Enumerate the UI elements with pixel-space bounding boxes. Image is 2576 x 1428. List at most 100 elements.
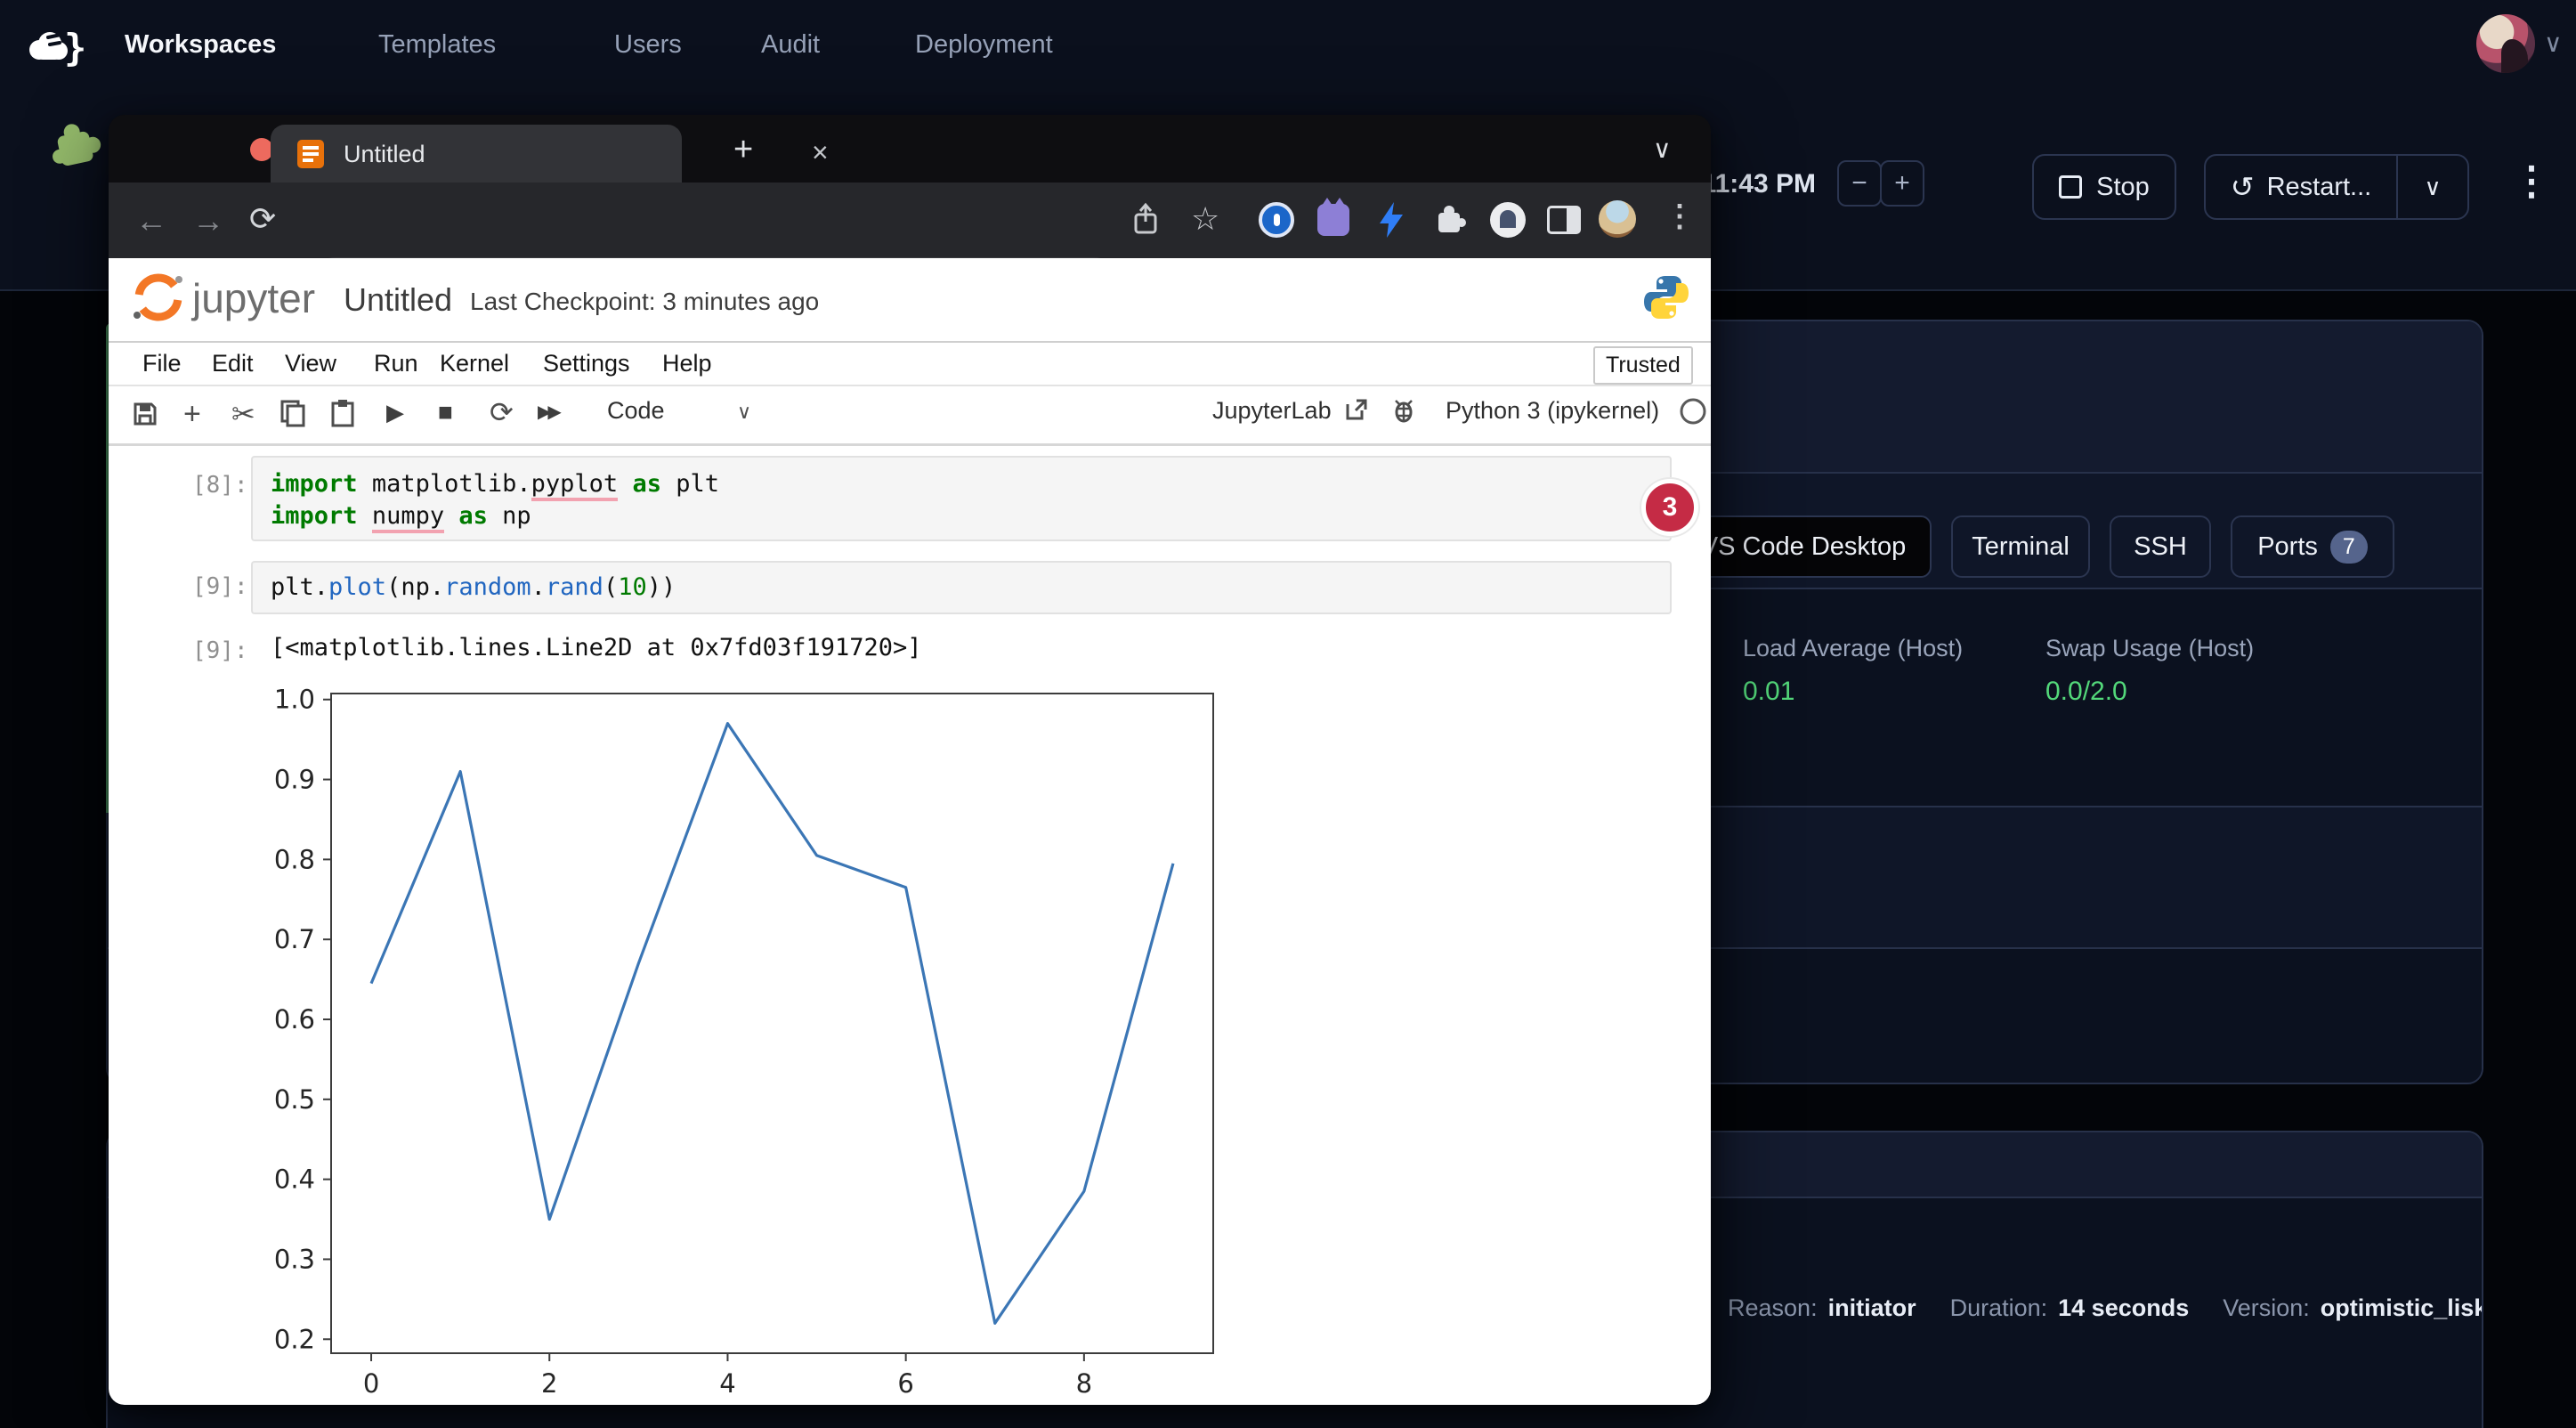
extensions-puzzle-icon[interactable]: [1431, 202, 1467, 238]
jupyterlab-link[interactable]: JupyterLab: [1212, 397, 1332, 425]
cell-type-dropdown[interactable]: Code: [607, 397, 665, 425]
paste-cells-icon[interactable]: [329, 399, 356, 427]
restart-run-all-icon[interactable]: ▶▶: [538, 401, 558, 423]
browser-profile-avatar[interactable]: [1599, 200, 1636, 238]
kernel-name[interactable]: Python 3 (ipykernel): [1446, 397, 1659, 425]
ext-cat-icon[interactable]: [1317, 204, 1349, 236]
browser-window: Untitled × + ∨ ← → ⟳ 5555--main--test--m…: [109, 115, 1711, 1405]
nav-item-users[interactable]: Users: [614, 30, 682, 60]
app-button-ports[interactable]: Ports 7: [2231, 515, 2394, 578]
stop-workspace-button[interactable]: Stop: [2032, 154, 2176, 220]
menu-run[interactable]: Run: [374, 350, 418, 377]
menu-edit[interactable]: Edit: [212, 350, 254, 377]
nav-item-workspaces[interactable]: Workspaces: [125, 30, 276, 60]
external-link-icon[interactable]: [1344, 397, 1369, 422]
ports-count-badge: 7: [2330, 531, 2368, 564]
jupyter-favicon: [297, 140, 324, 168]
svg-text:}: }: [64, 26, 84, 69]
interrupt-kernel-icon[interactable]: ■: [438, 398, 453, 426]
ext-ghostery-icon[interactable]: [1490, 202, 1526, 238]
restart-icon: ↺: [2231, 170, 2255, 204]
ext-splitview-icon[interactable]: [1547, 206, 1581, 234]
svg-text:0.9: 0.9: [274, 765, 315, 795]
jupyter-header: jupyter Untitled Last Checkpoint: 3 minu…: [109, 258, 1711, 343]
user-avatar[interactable]: [2476, 14, 2535, 73]
screen: } Workspaces Templates Users Audit Deplo…: [0, 0, 2576, 1428]
build-meta-row: Reason: initiator Duration: 14 seconds V…: [1728, 1294, 2483, 1322]
app-button-terminal[interactable]: Terminal: [1951, 515, 2090, 578]
forward-icon[interactable]: →: [192, 202, 224, 239]
cell8-code-line1[interactable]: import matplotlib.pyplot as plt: [271, 468, 719, 500]
restart-kernel-icon[interactable]: ⟳: [490, 395, 514, 429]
menu-help[interactable]: Help: [662, 350, 712, 377]
save-icon[interactable]: [132, 401, 158, 427]
restart-main[interactable]: ↺ Restart...: [2206, 170, 2396, 204]
user-menu-chevron-icon[interactable]: ∨: [2544, 28, 2563, 58]
menu-file[interactable]: File: [142, 350, 182, 377]
notebook-title[interactable]: Untitled: [344, 281, 452, 319]
avatar-tree-silhouette: [2501, 39, 2528, 73]
new-tab-button[interactable]: +: [733, 131, 753, 169]
swap-usage-label: Swap Usage (Host): [2045, 635, 2254, 662]
matplotlib-figure: 0.20.30.40.50.60.70.80.91.002468: [249, 659, 1273, 1405]
svg-text:0.5: 0.5: [274, 1084, 315, 1115]
autostop-plus-button[interactable]: +: [1880, 160, 1924, 207]
svg-text:6: 6: [897, 1368, 913, 1399]
debugger-bug-icon[interactable]: [1390, 397, 1417, 424]
svg-text:4: 4: [719, 1368, 735, 1399]
nav-item-templates[interactable]: Templates: [378, 30, 496, 60]
svg-text:0.8: 0.8: [274, 844, 315, 874]
build-duration-value: 14 seconds: [2058, 1294, 2189, 1322]
cell9-code-line[interactable]: plt.plot(np.random.rand(10)): [271, 572, 676, 604]
jupyter-brand: jupyter: [192, 274, 315, 322]
build-duration-label: Duration:: [1950, 1294, 2048, 1322]
app-button-vscode-desktop[interactable]: VS Code Desktop: [1675, 515, 1932, 578]
cell9-output-prompt: [9]:: [192, 637, 248, 664]
svg-text:2: 2: [541, 1368, 557, 1399]
browser-tab-untitled[interactable]: Untitled ×: [271, 125, 682, 183]
build-reason-value: initiator: [1828, 1294, 1916, 1322]
copy-cells-icon[interactable]: [279, 399, 306, 427]
svg-text:0: 0: [363, 1368, 379, 1399]
bookmark-star-icon[interactable]: ☆: [1191, 200, 1219, 238]
browser-kebab-menu[interactable]: ⋮: [1665, 199, 1695, 234]
collaborator-count-badge: 3: [1641, 479, 1698, 536]
workspace-kebab-menu[interactable]: ⋮: [2512, 158, 2551, 204]
jupyter-logo-icon: [130, 269, 187, 326]
svg-text:0.4: 0.4: [274, 1164, 315, 1195]
reload-icon[interactable]: ⟳: [249, 200, 276, 238]
svg-text:0.7: 0.7: [274, 924, 315, 954]
run-cell-icon[interactable]: ▶: [386, 399, 404, 426]
nav-item-deployment[interactable]: Deployment: [915, 30, 1053, 60]
restart-dropdown-chevron-icon[interactable]: ∨: [2398, 174, 2467, 201]
menu-view[interactable]: View: [285, 350, 336, 377]
svg-text:1.0: 1.0: [274, 685, 315, 715]
menu-kernel[interactable]: Kernel: [440, 350, 509, 377]
collaborator-count: 3: [1663, 492, 1678, 523]
app-button-ssh[interactable]: SSH: [2110, 515, 2211, 578]
cell8-code-line2[interactable]: import numpy as np: [271, 500, 531, 532]
share-icon[interactable]: [1130, 202, 1161, 238]
cell-type-chevron-icon[interactable]: ∨: [737, 401, 751, 424]
restart-workspace-split-button[interactable]: ↺ Restart... ∨: [2204, 154, 2469, 220]
autostop-minus-button[interactable]: −: [1837, 160, 1882, 207]
browser-toolbar: ← → ⟳ 5555--main--test--matifali.atif.cd…: [109, 183, 1711, 258]
swap-usage-value: 0.0/2.0: [2045, 677, 2127, 707]
trusted-button[interactable]: Trusted: [1593, 346, 1693, 385]
nav-item-audit[interactable]: Audit: [761, 30, 820, 60]
coder-logo[interactable]: }: [21, 23, 84, 69]
kernel-status-icon[interactable]: [1679, 397, 1707, 426]
ports-label: Ports: [2257, 532, 2318, 562]
python-logo-icon: [1641, 272, 1691, 322]
cut-cells-icon[interactable]: ✂: [231, 397, 255, 431]
load-average-label: Load Average (Host): [1743, 635, 1963, 662]
tab-search-chevron-icon[interactable]: ∨: [1653, 134, 1672, 164]
ext-1password-icon[interactable]: [1259, 202, 1294, 238]
tab-close-icon[interactable]: ×: [812, 136, 829, 169]
back-icon[interactable]: ←: [135, 202, 167, 239]
stop-square-icon: [2059, 175, 2082, 199]
ext-bolt-icon[interactable]: [1376, 200, 1406, 239]
add-cell-icon[interactable]: +: [183, 397, 201, 432]
cell8-input-prompt: [8]:: [192, 472, 248, 499]
menu-settings[interactable]: Settings: [543, 350, 630, 377]
